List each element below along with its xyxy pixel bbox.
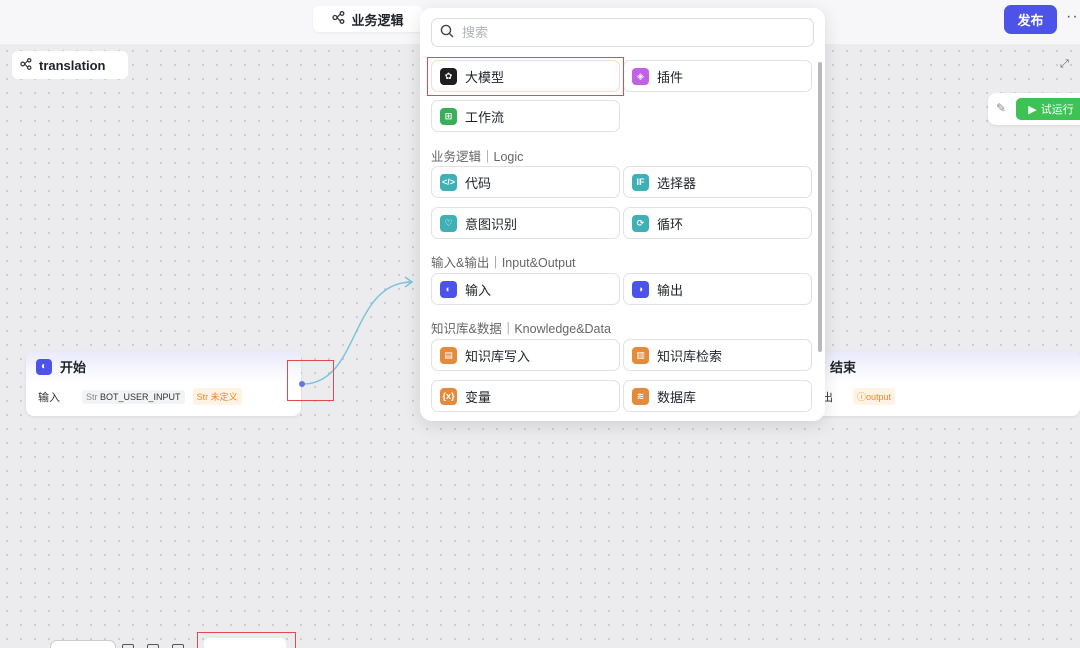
node-item-label: 大模型 xyxy=(465,69,505,85)
node-item-database[interactable]: ≋ 数据库 xyxy=(623,380,812,412)
node-item-output[interactable]: ◑ 输出 xyxy=(623,273,812,305)
workflow-icon: ⊞ xyxy=(440,107,457,125)
panel-scrollbar[interactable] xyxy=(818,62,822,352)
node-item-label: 循环 xyxy=(657,216,684,232)
status-type: Str xyxy=(196,392,209,402)
start-icon: ◐ xyxy=(36,358,52,375)
node-item-intent[interactable]: ♡ 意图识别 xyxy=(431,207,620,239)
variable-name: BOT_USER_INPUT xyxy=(100,391,181,402)
node-item-llm[interactable]: ✿ 大模型 xyxy=(431,60,620,92)
node-item-loop[interactable]: ⟳ 循环 xyxy=(623,207,812,239)
node-item-label: 数据库 xyxy=(657,389,697,405)
if-icon: IF xyxy=(632,173,649,191)
input-icon: ◐ xyxy=(440,280,457,298)
node-picker-panel: ✿ 大模型 ◈ 插件 ⊞ 工作流 业务逻辑｜Logic </> 代码 IF 选择… xyxy=(420,8,825,421)
node-item-label: 意图识别 xyxy=(465,216,518,232)
start-node[interactable]: ◐ 开始 输入 Str BOT_USER_INPUT Str 未定义 xyxy=(26,351,301,416)
node-item-variable[interactable]: {x} 变量 xyxy=(431,380,620,412)
intent-icon: ♡ xyxy=(440,214,457,232)
variable-icon: {x} xyxy=(440,387,457,405)
start-node-row-label: 输入 xyxy=(38,391,60,404)
add-node-button[interactable] xyxy=(204,638,286,648)
node-item-workflow[interactable]: ⊞ 工作流 xyxy=(431,100,620,132)
node-item-input[interactable]: ◐ 输入 xyxy=(431,273,620,305)
node-item-label: 插件 xyxy=(657,69,684,85)
search-box[interactable] xyxy=(431,18,814,47)
node-item-label: 知识库写入 xyxy=(465,348,531,364)
output-icon: ◑ xyxy=(632,280,649,298)
node-item-plugin[interactable]: ◈ 插件 xyxy=(623,60,812,92)
variable-tag: Str BOT_USER_INPUT xyxy=(82,389,185,404)
node-item-label: 代码 xyxy=(465,175,492,191)
minimap-icon[interactable] xyxy=(122,644,134,648)
section-title-io: 输入&输出｜Input&Output xyxy=(431,256,576,270)
node-item-label: 知识库检索 xyxy=(657,348,723,364)
status-badge: Str 未定义 xyxy=(192,388,242,405)
layout-icon[interactable] xyxy=(172,644,184,648)
knowledge-search-icon: ▥ xyxy=(632,346,649,364)
start-node-title: 开始 xyxy=(60,360,87,375)
grid-icon[interactable] xyxy=(147,644,159,648)
node-item-label: 工作流 xyxy=(465,109,505,125)
node-item-label: 输入 xyxy=(465,282,492,298)
end-node-title: 结束 xyxy=(830,360,857,375)
end-node[interactable]: 结束 出 ⓘoutput xyxy=(810,351,1080,416)
node-item-knowledge-write[interactable]: ▤ 知识库写入 xyxy=(431,339,620,371)
node-item-label: 变量 xyxy=(465,389,492,405)
llm-icon: ✿ xyxy=(440,67,457,85)
plugin-icon: ◈ xyxy=(632,67,649,85)
section-title-logic: 业务逻辑｜Logic xyxy=(431,150,524,164)
zoom-control[interactable] xyxy=(50,640,116,648)
node-item-selector[interactable]: IF 选择器 xyxy=(623,166,812,198)
status-text: 未定义 xyxy=(210,392,238,402)
output-name: output xyxy=(866,392,892,402)
node-item-label: 输出 xyxy=(657,282,684,298)
bottom-toolbar xyxy=(8,632,198,648)
node-item-code[interactable]: </> 代码 xyxy=(431,166,620,198)
knowledge-write-icon: ▤ xyxy=(440,346,457,364)
search-icon xyxy=(440,24,454,41)
loop-icon: ⟳ xyxy=(632,214,649,232)
output-tag: ⓘoutput xyxy=(853,388,896,405)
node-item-label: 选择器 xyxy=(657,175,697,191)
search-input[interactable] xyxy=(462,25,782,40)
section-title-knowledge: 知识库&数据｜Knowledge&Data xyxy=(431,322,611,336)
output-port[interactable] xyxy=(299,381,305,387)
code-icon: </> xyxy=(440,173,457,191)
node-item-knowledge-search[interactable]: ▥ 知识库检索 xyxy=(623,339,812,371)
database-icon: ≋ xyxy=(632,387,649,405)
variable-type: Str xyxy=(86,391,98,402)
